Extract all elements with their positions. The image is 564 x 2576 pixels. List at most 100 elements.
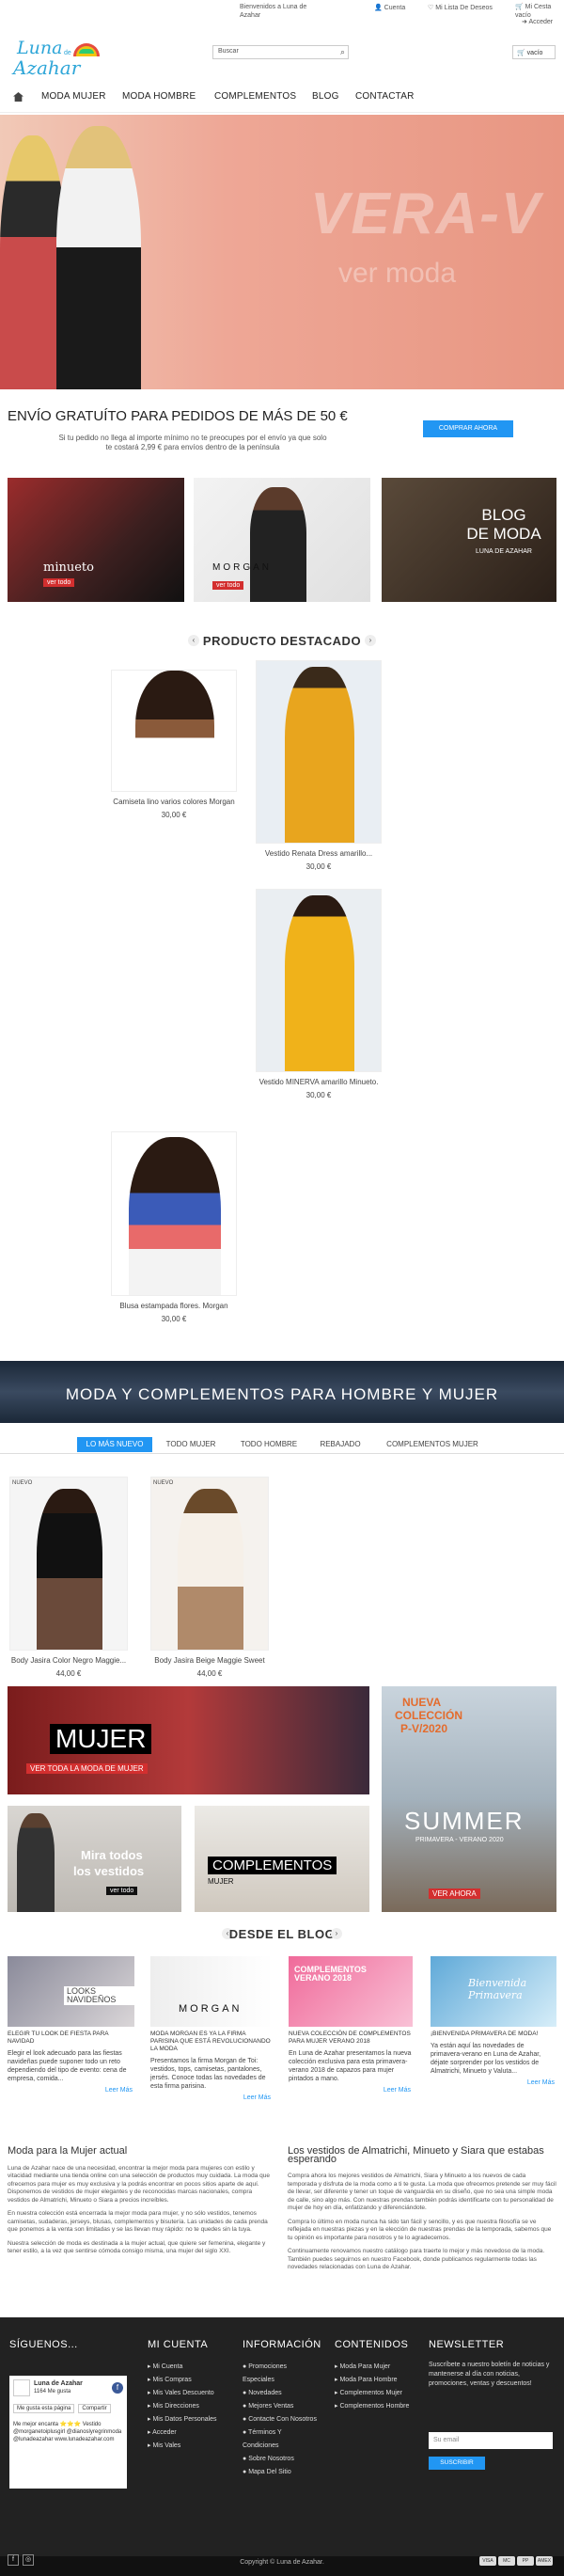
footer-link-label: Moda Para Mujer [339, 2363, 391, 2370]
fb-like-button[interactable]: Me gusta esta página [13, 2404, 75, 2413]
footer-link-label: Promociones Especiales [243, 2363, 288, 2383]
product-name[interactable]: Camiseta lino varios colores Morgan [111, 798, 237, 807]
search-icon[interactable]: ⌕ [340, 47, 345, 57]
logo[interactable]: Luna de Azahar [6, 38, 109, 85]
blog-post-title[interactable]: ¡BIENVENIDA PRIMAVERA DE MODA! [431, 2031, 556, 2038]
blog-post[interactable]: COMPLEMENTOS VERANO 2018 NUEVA COLECCIÓN… [289, 1956, 413, 2094]
newsletter-email-input[interactable]: Su email [429, 2432, 553, 2449]
blog-post-image[interactable]: COMPLEMENTOS VERANO 2018 [289, 1956, 413, 2027]
footer-link[interactable]: ● Promociones Especiales [243, 2361, 318, 2387]
promo-summer[interactable]: NUEVA COLECCIÓN P-V/2020 SUMMER PRIMAVER… [382, 1686, 556, 1912]
tab-rebajado[interactable]: REBAJADO [312, 1437, 368, 1452]
footer-link[interactable]: ● Sobre Nosotros [243, 2453, 318, 2466]
banner-blog[interactable]: BLOG DE MODA LUNA DE AZAHAR [382, 478, 556, 602]
footer-follow-title: SÍGUENOS... [9, 2339, 78, 2350]
footer-link-label: Acceder [152, 2429, 177, 2436]
blog-post-image[interactable]: LOOKS NAVIDEÑOS [8, 1956, 134, 2027]
search-input[interactable]: Buscar ⌕ [212, 45, 349, 59]
footer-link[interactable]: ▸ Mis Datos Personales [148, 2413, 217, 2426]
product-card[interactable]: Camiseta lino varios colores Morgan 30,0… [111, 670, 237, 820]
product-model-figure [129, 1137, 221, 1295]
home-icon[interactable] [13, 92, 24, 102]
product-card[interactable]: NUEVO Body Jasira Beige Maggie Sweet 44,… [150, 1477, 269, 1679]
blog-next-arrow[interactable]: › [331, 1928, 342, 1939]
about-left-p3: Nuestra selección de moda es destinada a… [8, 2239, 266, 2255]
footer-link[interactable]: ▸ Mis Direcciones [148, 2400, 217, 2413]
footer-link[interactable]: ▸ Complementos Mujer [335, 2387, 419, 2400]
hero-slider[interactable]: VERA-V ver moda [0, 115, 564, 389]
promo-vestidos[interactable]: Mira todos los vestidos ver todo [8, 1806, 181, 1912]
product-image[interactable]: NUEVO [150, 1477, 269, 1651]
blog-post-title[interactable]: ELEGIR TU LOOK DE FIESTA PARA NAVIDAD [8, 2031, 134, 2046]
subscribe-button[interactable]: SUSCRIBIR [429, 2457, 485, 2470]
login-link[interactable]: ➜ Acceder [522, 18, 553, 25]
promo-complementos[interactable]: COMPLEMENTOS MUJER [195, 1806, 369, 1912]
product-name[interactable]: Blusa estampada flores. Morgan [111, 1302, 237, 1311]
hero-model-3 [141, 117, 235, 389]
product-card[interactable]: NUEVO Body Jasira Color Negro Maggie... … [9, 1477, 128, 1679]
featured-next-arrow[interactable]: › [365, 635, 376, 646]
tab-todo-mujer[interactable]: TODO MUJER [158, 1437, 224, 1452]
product-card[interactable]: Vestido MINERVA amarillo Minueto. 30,00 … [256, 889, 382, 1100]
nav-item-blog[interactable]: BLOG [312, 91, 339, 102]
footer-link[interactable]: ▸ Moda Para Hombre [335, 2374, 419, 2387]
product-price: 30,00 € [306, 862, 332, 871]
footer-link[interactable]: ● Contacte Con Nosotros [243, 2413, 318, 2426]
product-name[interactable]: Body Jasira Color Negro Maggie... [9, 1656, 128, 1666]
footer-link[interactable]: ▸ Complementos Hombre [335, 2400, 419, 2413]
product-name[interactable]: Body Jasira Beige Maggie Sweet [150, 1656, 269, 1666]
read-more-link[interactable]: Leer Más [527, 2078, 555, 2087]
footer-link[interactable]: ▸ Mi Cuenta [148, 2361, 217, 2374]
footer-link[interactable]: ▸ Mis Compras [148, 2374, 217, 2387]
product-name[interactable]: Vestido MINERVA amarillo Minueto. [256, 1078, 382, 1087]
blog-post[interactable]: Bienvenida Primavera ¡BIENVENIDA PRIMAVE… [431, 1956, 556, 2086]
product-image[interactable] [111, 1131, 237, 1296]
product-card[interactable]: Blusa estampada flores. Morgan 30,00 € [111, 1131, 237, 1324]
read-more-link[interactable]: Leer Más [384, 2086, 411, 2094]
read-more-link[interactable]: Leer Más [105, 2086, 133, 2094]
nav-item-contactar[interactable]: CONTACTAR [355, 91, 415, 102]
footer-link[interactable]: ● Mejores Ventas [243, 2400, 318, 2413]
nav-item-moda-hombre[interactable]: MODA HOMBRE [122, 91, 196, 102]
read-more-link[interactable]: Leer Más [243, 2094, 271, 2102]
fb-share-button[interactable]: Compartir [78, 2404, 111, 2413]
footer-link-label: Mis Vales Descuento [152, 2390, 214, 2396]
blog-post-title[interactable]: NUEVA COLECCIÓN DE COMPLEMENTOS PARA MUJ… [289, 2031, 413, 2046]
blog-post-image[interactable]: Bienvenida Primavera [431, 1956, 556, 2027]
footer-info-title: INFORMACIÓN [243, 2339, 321, 2350]
footer-link[interactable]: ● Términos Y Condiciones [243, 2426, 318, 2453]
tab-lo-mas-nuevo[interactable]: LO MÁS NUEVO [77, 1437, 152, 1452]
banner-minueto[interactable]: minueto ver todo [8, 478, 184, 602]
blog-post[interactable]: MORGAN MODA MORGAN ES YA LA FIRMA PARISI… [150, 1956, 273, 2101]
footer-link[interactable]: ● Mapa Del Sitio [243, 2466, 318, 2479]
footer-link[interactable]: ▸ Mis Vales Descuento [148, 2387, 217, 2400]
product-image[interactable]: NUEVO [9, 1477, 128, 1651]
blog-post-title[interactable]: MODA MORGAN ES YA LA FIRMA PARISINA QUE … [150, 2031, 273, 2053]
nav-item-moda-mujer[interactable]: MODA MUJER [41, 91, 106, 102]
blog-post-image[interactable]: MORGAN [150, 1956, 273, 2027]
product-image[interactable] [256, 660, 382, 844]
nav-item-complementos[interactable]: COMPLEMENTOS [214, 91, 296, 102]
product-image[interactable] [256, 889, 382, 1072]
hero-text-1: VERA-V [310, 182, 542, 246]
facebook-widget[interactable]: Luna de Azahar 1164 Me gusta f Me gusta … [9, 2376, 127, 2489]
product-image[interactable] [111, 670, 237, 792]
footer-link[interactable]: ● Novedades [243, 2387, 318, 2400]
footer-link[interactable]: ▸ Acceder [148, 2426, 217, 2440]
banner-morgan[interactable]: MORGAN ver todo [194, 478, 370, 602]
wishlist-link[interactable]: ♡ Mi Lista De Deseos [428, 4, 493, 11]
footer-link[interactable]: ▸ Mis Vales [148, 2440, 217, 2453]
promo-summer-title: SUMMER [404, 1807, 525, 1835]
header-cart-button[interactable]: 🛒 vacío [512, 45, 556, 59]
blog-post[interactable]: LOOKS NAVIDEÑOS ELEGIR TU LOOK DE FIESTA… [8, 1956, 134, 2094]
product-card[interactable]: Vestido Renata Dress amarillo... 30,00 € [256, 660, 382, 872]
product-name[interactable]: Vestido Renata Dress amarillo... [256, 849, 382, 859]
tab-todo-hombre[interactable]: TODO HOMBRE [231, 1437, 306, 1452]
promo-mujer[interactable]: MUJER VER TODA LA MODA DE MUJER [8, 1686, 369, 1794]
product-price: 44,00 € [196, 1669, 223, 1678]
tab-complementos-mujer[interactable]: COMPLEMENTOS MUJER [376, 1437, 489, 1452]
account-link[interactable]: 👤 Cuenta [374, 4, 405, 11]
buy-now-button[interactable]: COMPRAR AHORA [423, 420, 513, 437]
promo-vestidos-model [17, 1813, 55, 1912]
footer-link[interactable]: ▸ Moda Para Mujer [335, 2361, 419, 2374]
